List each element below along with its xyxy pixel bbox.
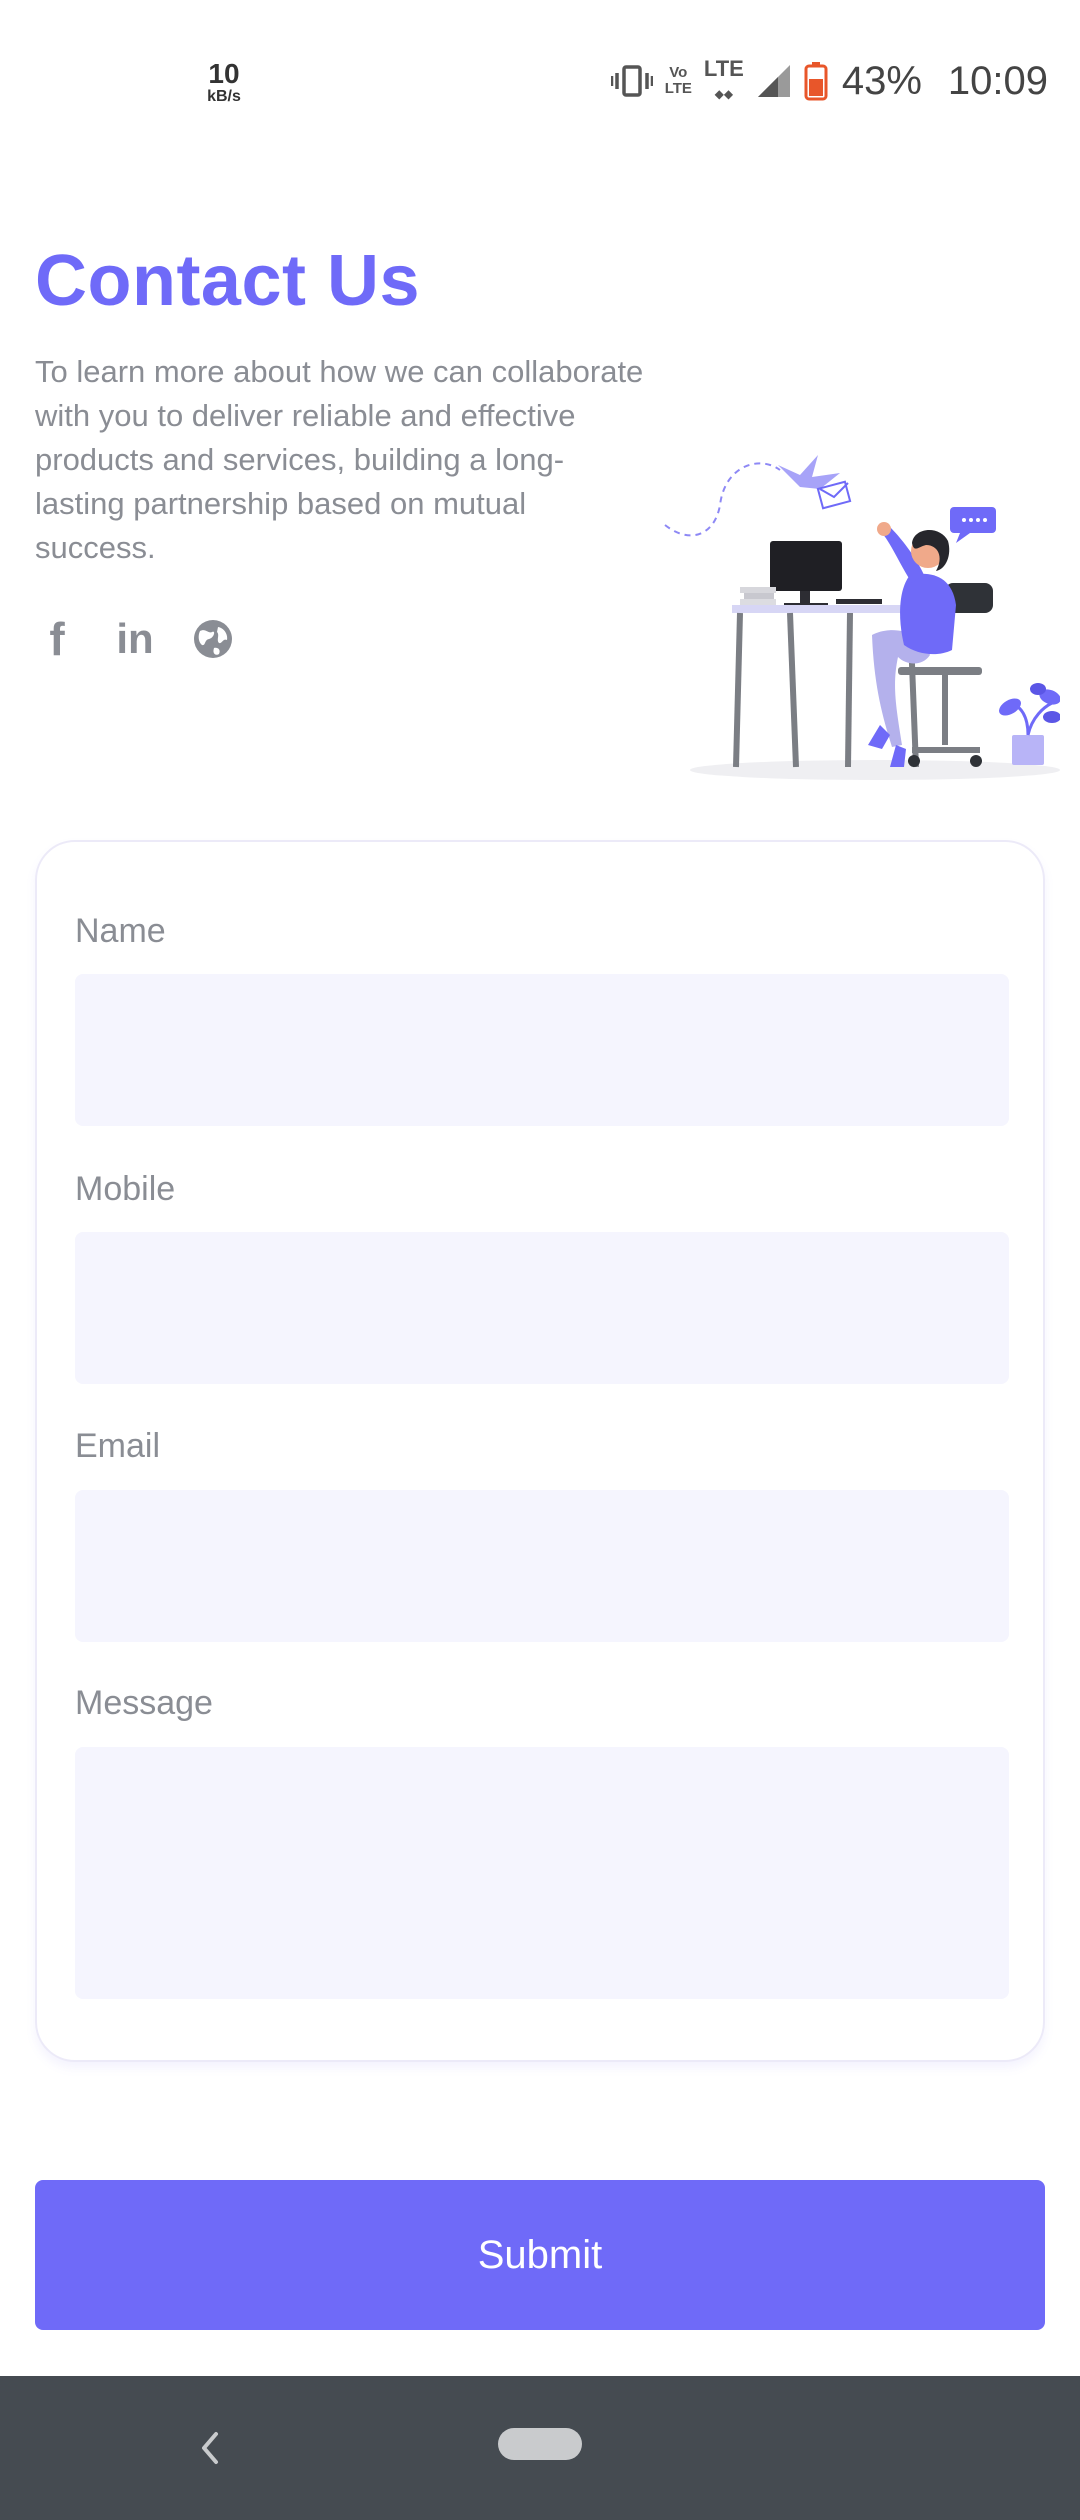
lte-icon: LTE ◆◆ [703,55,744,101]
signal-icon [756,63,792,99]
status-bar: 10 kB/s Vo LTE LTE ◆◆ 43% 10:09 [0,0,1080,170]
facebook-icon[interactable]: f [35,613,79,665]
email-label: Email [75,1427,161,1465]
email-input[interactable] [75,1490,1009,1642]
social-links: f in [35,613,235,665]
mobile-input[interactable] [75,1232,1009,1384]
submit-button[interactable]: Submit [35,2180,1045,2330]
message-label: Message [75,1684,213,1722]
volte-icon: Vo LTE [665,65,692,97]
intro-text: To learn more about how we can collabora… [35,354,644,565]
volte-label-top: Vo [669,64,688,81]
clock: 10:09 [947,58,1048,103]
system-navigation-bar [0,2376,1080,2520]
home-pill-button[interactable] [498,2428,582,2460]
linkedin-icon[interactable]: in [113,615,157,663]
name-label: Name [75,912,166,950]
name-input[interactable] [75,974,1009,1126]
battery-percentage: 43% [841,58,922,103]
contact-illustration [660,445,1061,785]
network-speed-value: 10 [208,58,240,89]
vibrate-icon [610,63,653,99]
network-speed-indicator: 10 kB/s [204,60,244,106]
page-title: Contact Us [35,241,421,321]
network-speed-unit: kB/s [207,88,241,105]
back-icon[interactable] [190,2416,230,2480]
status-icons: Vo LTE LTE ◆◆ 43% 10:09 [610,55,1048,106]
contact-form: Name Mobile Email Message [35,840,1045,2062]
message-textarea[interactable] [75,1747,1009,1999]
battery-icon [804,61,828,101]
mobile-label: Mobile [75,1170,176,1208]
volte-label-bottom: LTE [664,80,692,97]
globe-icon[interactable] [191,615,235,663]
lte-label: LTE [703,55,744,81]
